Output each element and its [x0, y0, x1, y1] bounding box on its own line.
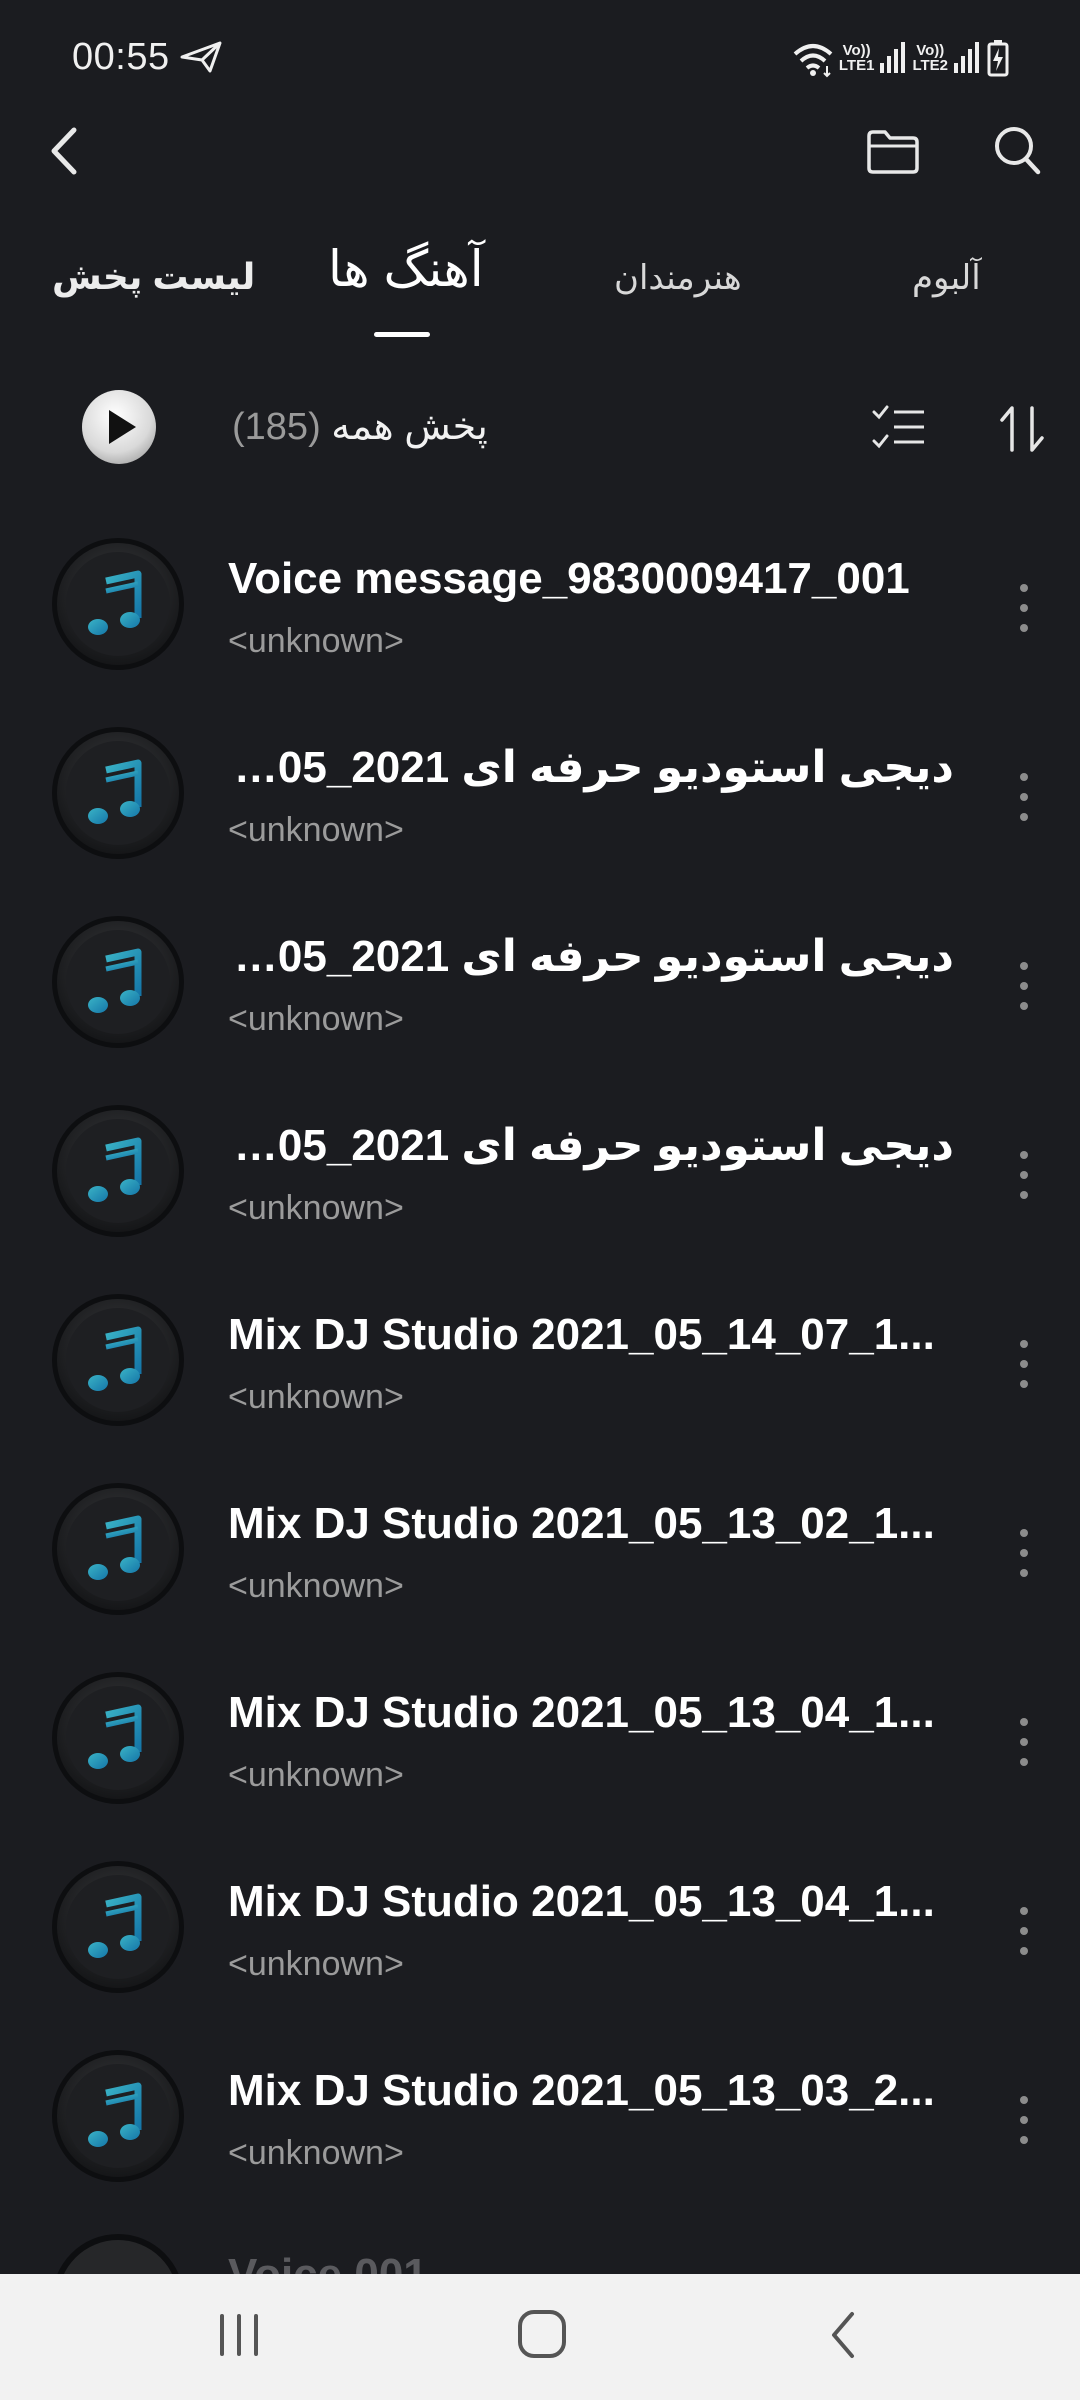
- song-title: Mix DJ Studio 2021_05_13_04_1...: [228, 1877, 935, 1926]
- music-note-icon: [52, 916, 184, 1048]
- list-item[interactable]: Mix DJ Studio 2021_05_13_04_1... <unknown…: [0, 1833, 1080, 2022]
- song-title: Mix DJ Studio 2021_05_14_07_1...: [228, 1310, 935, 1359]
- back-chevron-icon[interactable]: [40, 118, 90, 184]
- status-icons: Vo)) LTE1 Vo)) LTE2: [791, 36, 1010, 80]
- song-title: Voice message_9830009417_001: [228, 554, 910, 603]
- music-note-icon: [52, 1861, 184, 1993]
- more-vertical-icon[interactable]: [1010, 1903, 1038, 1959]
- song-artist: <unknown>: [228, 2134, 404, 2172]
- more-vertical-icon[interactable]: [1010, 1525, 1038, 1581]
- list-item[interactable]: دیجی استودیو حرفه ای 2021_05_14_... <unkn…: [0, 1077, 1080, 1266]
- more-vertical-icon[interactable]: [1010, 580, 1038, 636]
- list-item[interactable]: Mix DJ Studio 2021_05_14_07_1... <unknown…: [0, 1266, 1080, 1455]
- library-tabs: لیست پخش آهنگ ها هنرمندان آلبوم: [0, 230, 1080, 350]
- song-title: Mix DJ Studio 2021_05_13_02_1...: [228, 1499, 935, 1548]
- music-note-icon: [52, 538, 184, 670]
- folder-icon[interactable]: [865, 126, 921, 176]
- battery-charging-icon: [987, 40, 1009, 77]
- list-item[interactable]: دیجی استودیو حرفه ای 2021_05_14_... <unkn…: [0, 888, 1080, 1077]
- music-note-icon: [52, 1672, 184, 1804]
- song-count: (185): [232, 406, 321, 448]
- signal-1-icon: [880, 42, 906, 73]
- music-note-icon: [52, 1483, 184, 1615]
- song-artist: <unknown>: [228, 622, 404, 660]
- play-all-label[interactable]: پخش همه (185): [232, 404, 488, 449]
- list-item[interactable]: دیجی استودیو حرفه ای 2021_05_14_... <unkn…: [0, 699, 1080, 888]
- tab-artists[interactable]: هنرمندان: [614, 258, 742, 298]
- tab-albums[interactable]: آلبوم: [912, 258, 981, 298]
- nav-back-icon[interactable]: [820, 2306, 868, 2364]
- song-title: Mix DJ Studio 2021_05_13_03_2...: [228, 2066, 935, 2115]
- song-artist: <unknown>: [228, 1567, 404, 1605]
- lte1-indicator: Vo)) LTE1: [838, 42, 875, 74]
- status-bar: 00:55 Vo)) LTE1 Vo)) LTE2: [0, 0, 1080, 120]
- list-item[interactable]: Mix DJ Studio 2021_05_13_03_2... <unknown…: [0, 2022, 1080, 2211]
- status-time: 00:55: [72, 36, 170, 78]
- home-icon[interactable]: [514, 2306, 570, 2362]
- more-vertical-icon[interactable]: [1010, 769, 1038, 825]
- more-vertical-icon[interactable]: [1010, 958, 1038, 1014]
- checklist-icon[interactable]: [872, 404, 926, 450]
- play-all-icon[interactable]: [80, 388, 158, 466]
- system-nav-bar: [0, 2274, 1080, 2400]
- song-artist: <unknown>: [228, 1378, 404, 1416]
- song-title: دیجی استودیو حرفه ای 2021_05_14_...: [228, 932, 954, 981]
- tab-playlist[interactable]: لیست پخش: [52, 256, 255, 298]
- song-artist: <unknown>: [228, 1756, 404, 1794]
- music-note-icon: [52, 2050, 184, 2182]
- active-tab-indicator: [374, 332, 430, 337]
- song-title: دیجی استودیو حرفه ای 2021_05_14_...: [228, 1121, 954, 1170]
- music-note-icon: [52, 1105, 184, 1237]
- tab-songs[interactable]: آهنگ ها: [328, 240, 484, 298]
- sort-icon[interactable]: [996, 404, 1048, 454]
- song-artist: <unknown>: [228, 811, 404, 849]
- music-note-icon: [52, 727, 184, 859]
- song-artist: <unknown>: [228, 1945, 404, 1983]
- more-vertical-icon[interactable]: [1010, 2092, 1038, 2148]
- list-item[interactable]: Mix DJ Studio 2021_05_13_02_1... <unknown…: [0, 1455, 1080, 1644]
- more-vertical-icon[interactable]: [1010, 1147, 1038, 1203]
- song-title: Mix DJ Studio 2021_05_13_04_1...: [228, 1688, 935, 1737]
- lte2-indicator: Vo)) LTE2: [912, 42, 948, 74]
- music-note-icon: [52, 1294, 184, 1426]
- music-player-screen: 00:55 Vo)) LTE1 Vo)) LTE2 لیست پخش آهنگ …: [0, 0, 1080, 2400]
- signal-2-icon: [954, 42, 979, 73]
- list-item[interactable]: Mix DJ Studio 2021_05_13_04_1... <unknown…: [0, 1644, 1080, 1833]
- wifi-icon: [793, 44, 833, 78]
- list-item[interactable]: Voice message_9830009417_001 <unknown>: [0, 510, 1080, 699]
- recents-icon[interactable]: [214, 2308, 264, 2362]
- song-artist: <unknown>: [228, 1000, 404, 1038]
- search-icon[interactable]: [992, 122, 1042, 178]
- more-vertical-icon[interactable]: [1010, 1714, 1038, 1770]
- song-artist: <unknown>: [228, 1189, 404, 1227]
- send-icon: [180, 41, 222, 73]
- song-title: دیجی استودیو حرفه ای 2021_05_14_...: [228, 743, 954, 792]
- more-vertical-icon[interactable]: [1010, 1336, 1038, 1392]
